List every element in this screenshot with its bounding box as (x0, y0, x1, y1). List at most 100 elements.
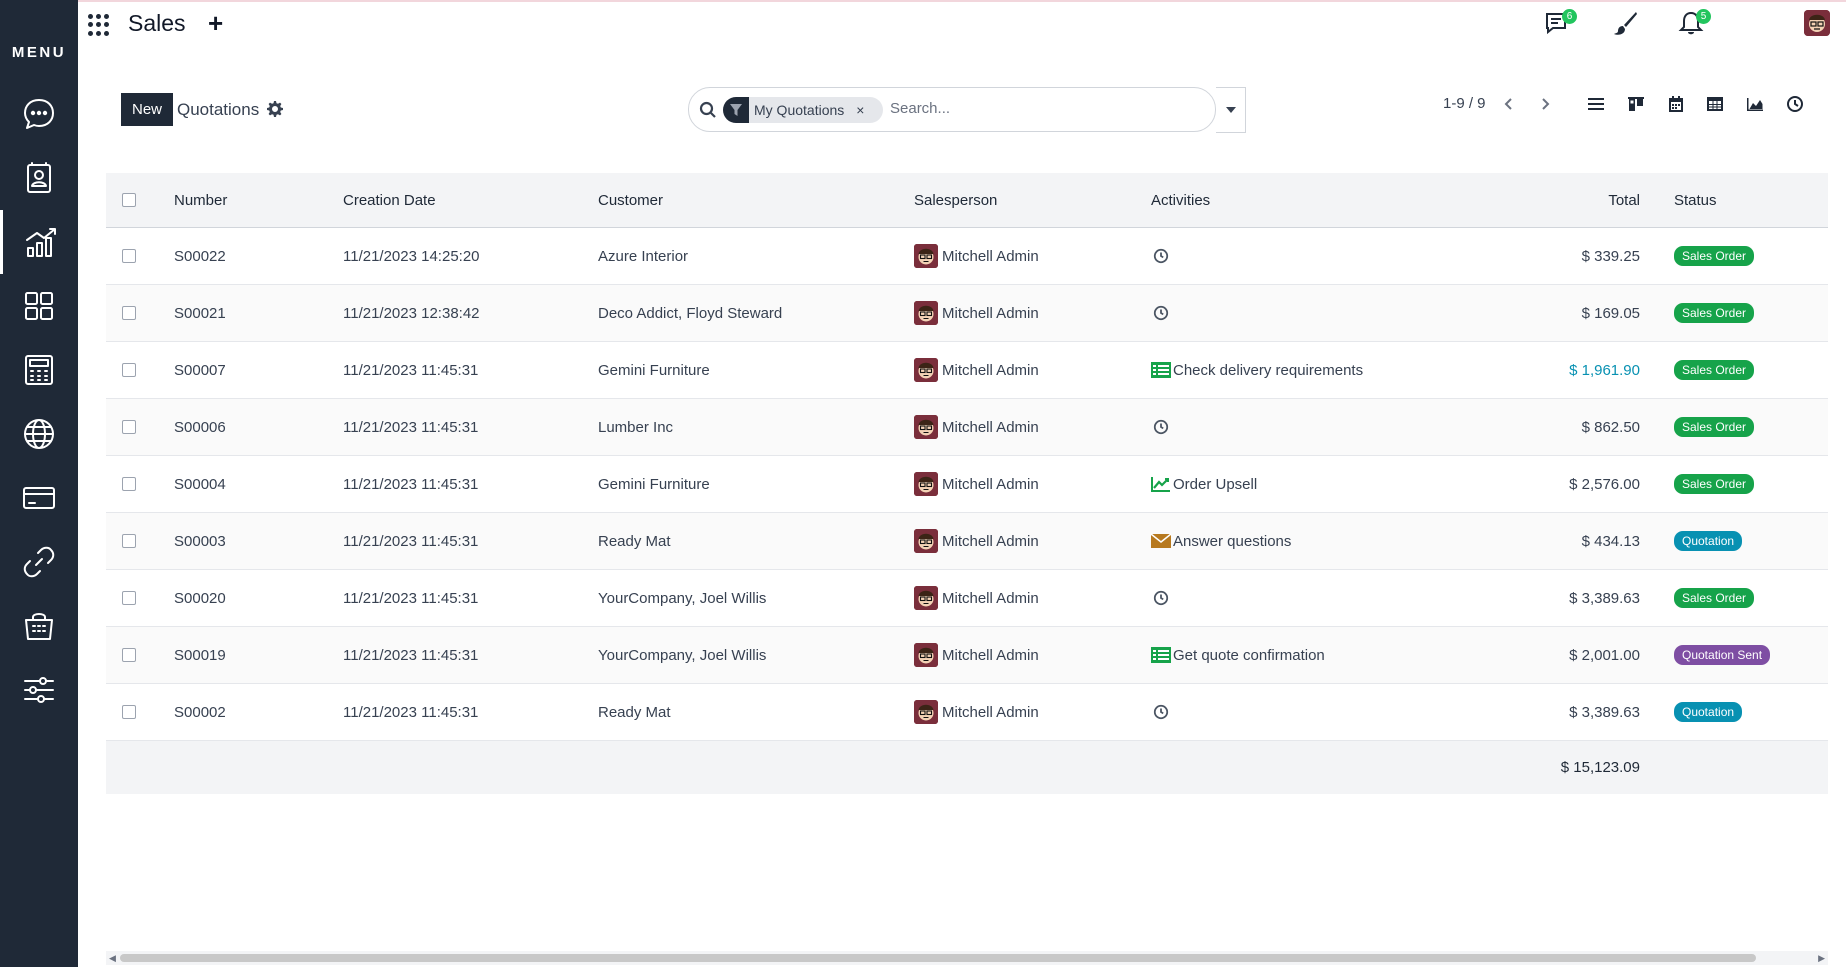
pivot-view-button[interactable] (1698, 90, 1732, 118)
sidebar-menu-label[interactable]: MENU (0, 44, 78, 61)
graph-view-button[interactable] (1738, 90, 1772, 118)
row-checkbox[interactable] (122, 477, 136, 491)
todo-list-icon[interactable] (1151, 361, 1171, 379)
row-salesperson: Mitchell Admin (914, 456, 1039, 512)
row-checkbox[interactable] (122, 705, 136, 719)
sidebar-item-contacts[interactable] (0, 146, 78, 210)
row-status: Quotation (1674, 513, 1743, 569)
search-options-toggle[interactable] (1216, 87, 1246, 133)
search-input[interactable] (890, 100, 1190, 117)
header-creation-date[interactable]: Creation Date (343, 173, 436, 227)
row-checkbox[interactable] (122, 648, 136, 662)
sidebar-item-settings[interactable] (0, 658, 78, 722)
table-row[interactable]: S00020 11/21/2023 11:45:31 YourCompany, … (106, 570, 1828, 627)
calendar-view-button[interactable] (1659, 90, 1693, 118)
header-total[interactable]: Total (1608, 173, 1640, 227)
brush-icon (1614, 12, 1637, 35)
table-row[interactable]: S00004 11/21/2023 11:45:31 Gemini Furnit… (106, 456, 1828, 513)
table-row[interactable]: S00006 11/21/2023 11:45:31 Lumber Inc Mi… (106, 399, 1828, 456)
row-checkbox[interactable] (122, 249, 136, 263)
table-row[interactable]: S00002 11/21/2023 11:45:31 Ready Mat Mit… (106, 684, 1828, 741)
list-view-button[interactable] (1579, 90, 1613, 118)
quick-create-button[interactable]: + (208, 8, 223, 39)
upsell-chart-icon[interactable] (1151, 475, 1171, 493)
messages-button[interactable]: 6 (1544, 9, 1577, 40)
row-checkbox[interactable] (122, 591, 136, 605)
row-number: S00006 (174, 418, 226, 436)
salesperson-avatar (914, 472, 938, 496)
header-salesperson[interactable]: Salesperson (914, 173, 997, 227)
select-all-checkbox[interactable] (122, 193, 136, 207)
row-checkbox[interactable] (122, 306, 136, 320)
pager-next-button[interactable] (1533, 92, 1557, 116)
row-activity[interactable]: Order Upsell (1151, 456, 1257, 512)
clock-icon[interactable] (1151, 418, 1171, 436)
row-salesperson: Mitchell Admin (914, 228, 1039, 284)
user-avatar[interactable] (1804, 10, 1830, 36)
row-activity[interactable] (1151, 285, 1173, 341)
header-status[interactable]: Status (1674, 173, 1717, 227)
sidebar-item-payment[interactable] (0, 466, 78, 530)
row-status: Sales Order (1674, 570, 1755, 626)
table-row[interactable]: S00022 11/21/2023 14:25:20 Azure Interio… (106, 228, 1828, 285)
clock-icon[interactable] (1151, 247, 1171, 265)
row-checkbox[interactable] (122, 534, 136, 548)
scroll-right-icon[interactable]: ▶ (1818, 953, 1825, 964)
row-activity[interactable]: Get quote confirmation (1151, 627, 1325, 683)
header-number[interactable]: Number (174, 173, 227, 227)
header-activities[interactable]: Activities (1151, 173, 1210, 227)
sidebar-item-calculator[interactable] (0, 338, 78, 402)
app-title[interactable]: Sales (128, 10, 186, 37)
kanban-view-button[interactable] (1619, 90, 1653, 118)
table-row[interactable]: S00007 11/21/2023 11:45:31 Gemini Furnit… (106, 342, 1828, 399)
sidebar-item-dashboard[interactable] (0, 274, 78, 338)
row-checkbox[interactable] (122, 420, 136, 434)
search-icon (699, 101, 716, 118)
sidebar-item-shop[interactable] (0, 594, 78, 658)
theme-brush-button[interactable] (1612, 10, 1642, 40)
breadcrumb: Quotations (177, 100, 260, 119)
row-status: Sales Order (1674, 342, 1755, 398)
row-activity[interactable] (1151, 684, 1173, 740)
activity-summary: Check delivery requirements (1173, 361, 1364, 379)
pager-previous-button[interactable] (1497, 92, 1521, 116)
clock-icon[interactable] (1151, 304, 1171, 322)
apps-menu-icon[interactable] (88, 14, 110, 36)
table-row[interactable]: S00021 11/21/2023 12:38:42 Deco Addict, … (106, 285, 1828, 342)
row-activity[interactable]: Answer questions (1151, 513, 1291, 569)
row-activity[interactable] (1151, 228, 1173, 284)
row-salesperson: Mitchell Admin (914, 399, 1039, 455)
row-total: $ 862.50 (1581, 418, 1640, 436)
table-row[interactable]: S00019 11/21/2023 11:45:31 YourCompany, … (106, 627, 1828, 684)
row-activity[interactable]: Check delivery requirements (1151, 342, 1363, 398)
horizontal-scrollbar[interactable]: ◀ ▶ (106, 951, 1828, 965)
todo-list-icon[interactable] (1151, 646, 1171, 664)
clock-icon[interactable] (1151, 589, 1171, 607)
row-activity[interactable] (1151, 399, 1173, 455)
sidebar-item-links[interactable] (0, 530, 78, 594)
salesperson-name: Mitchell Admin (942, 418, 1039, 436)
clock-icon[interactable] (1151, 703, 1171, 721)
notifications-button[interactable]: 5 (1678, 9, 1711, 40)
gear-icon[interactable] (267, 101, 283, 117)
envelope-icon[interactable] (1151, 532, 1171, 550)
salesperson-name: Mitchell Admin (942, 361, 1039, 379)
new-button[interactable]: New (121, 93, 173, 126)
sidebar-item-sales[interactable] (0, 210, 78, 274)
scroll-left-icon[interactable]: ◀ (109, 953, 116, 964)
header-customer[interactable]: Customer (598, 173, 663, 227)
notifications-badge: 5 (1696, 9, 1711, 24)
row-creation-date: 11/21/2023 12:38:42 (343, 304, 480, 322)
scrollbar-thumb[interactable] (120, 954, 1756, 962)
row-customer: Azure Interior (598, 247, 689, 265)
sidebar-item-discuss[interactable] (0, 82, 78, 146)
row-creation-date: 11/21/2023 11:45:31 (343, 589, 479, 607)
sidebar-item-website[interactable] (0, 402, 78, 466)
pager-value[interactable]: 1-9 / 9 (1443, 95, 1486, 112)
row-checkbox[interactable] (122, 363, 136, 377)
table-row[interactable]: S00003 11/21/2023 11:45:31 Ready Mat Mit… (106, 513, 1828, 570)
facet-remove-icon[interactable]: × (856, 102, 864, 118)
row-activity[interactable] (1151, 570, 1173, 626)
activity-view-button[interactable] (1778, 90, 1812, 118)
row-salesperson: Mitchell Admin (914, 342, 1039, 398)
